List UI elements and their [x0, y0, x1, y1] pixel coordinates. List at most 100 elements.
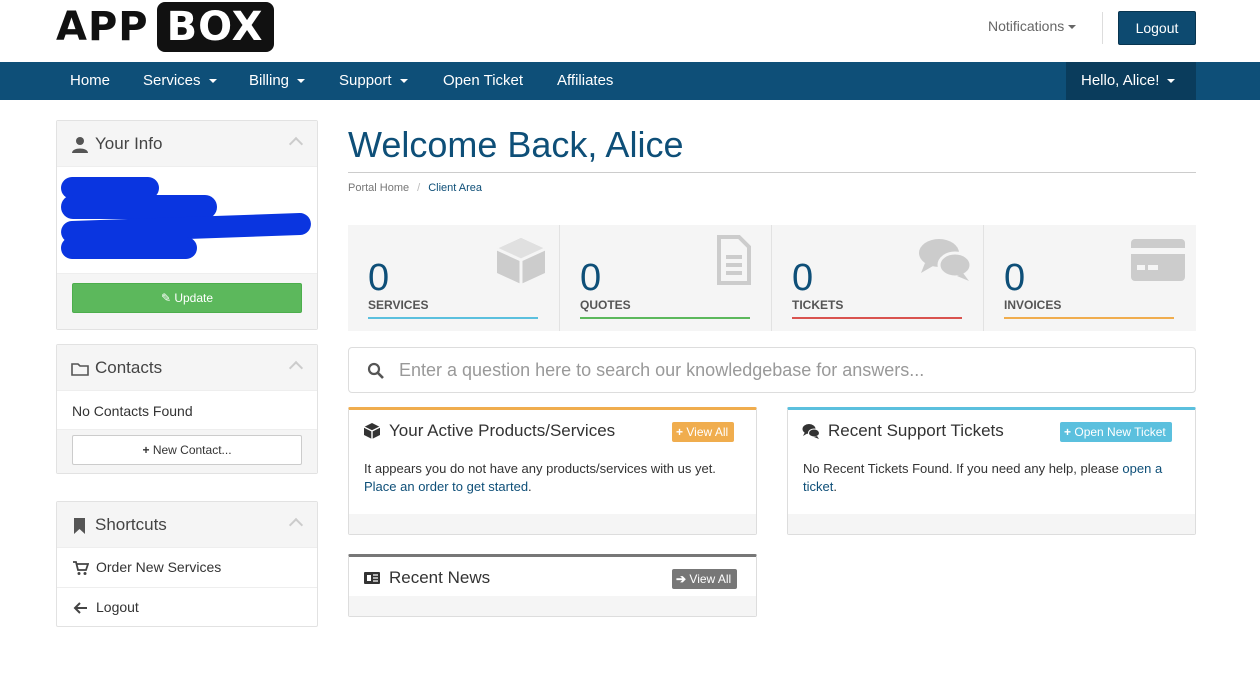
contacts-header[interactable]: Contacts [57, 345, 317, 391]
notifications-dropdown[interactable]: Notifications [988, 18, 1077, 34]
header-divider [1102, 12, 1103, 44]
your-info-header[interactable]: Your Info [57, 121, 317, 167]
logo-app-text: APP [56, 4, 149, 50]
card-header: Your Active Products/Services + View All [349, 410, 756, 452]
arrow-right-icon: ➔ [676, 572, 687, 586]
recent-news-card: Recent News ➔ View All [348, 554, 757, 617]
cube-icon [363, 423, 381, 439]
nav-support-label: Support [339, 72, 392, 89]
knowledgebase-search [348, 347, 1196, 393]
nav-open-ticket[interactable]: Open Ticket [443, 62, 523, 100]
arrow-left-icon [73, 602, 87, 614]
plus-icon: + [676, 425, 684, 439]
comments-icon [802, 424, 820, 439]
nav-services[interactable]: Services [143, 62, 217, 100]
plus-icon: + [142, 443, 150, 457]
stat-bar [368, 317, 538, 319]
title-divider [348, 172, 1196, 173]
products-empty-text: It appears you do not have any products/… [364, 461, 716, 476]
your-info-title: Your Info [95, 134, 163, 153]
stat-invoices[interactable]: 0 INVOICES [984, 225, 1196, 331]
redaction-scribble [61, 195, 217, 219]
breadcrumb: Portal Home / Client Area [348, 182, 482, 194]
open-new-ticket-button[interactable]: + Open New Ticket [1060, 422, 1172, 442]
tickets-empty-text: No Recent Tickets Found. If you need any… [803, 461, 1123, 476]
card-footer [349, 596, 756, 616]
recent-tickets-card: Recent Support Tickets + Open New Ticket… [787, 407, 1196, 535]
caret-down-icon [208, 79, 217, 84]
stat-quotes[interactable]: 0 QUOTES [560, 225, 772, 331]
place-order-link[interactable]: Place an order to get started [364, 479, 528, 494]
knowledgebase-search-input[interactable] [399, 356, 1179, 384]
card-body: It appears you do not have any products/… [349, 452, 756, 496]
shortcut-label: Order New Services [96, 559, 222, 575]
products-empty-suffix: . [528, 479, 532, 494]
chevron-up-icon[interactable] [288, 136, 304, 152]
stat-label: TICKETS [792, 298, 844, 312]
main-navbar: Home Services Billing Support Open Ticke… [0, 62, 1260, 100]
card-body: No Recent Tickets Found. If you need any… [788, 452, 1195, 496]
contacts-empty-text: No Contacts Found [72, 403, 193, 419]
redaction-scribble [61, 237, 197, 259]
stat-services[interactable]: 0 SERVICES [348, 225, 560, 331]
shortcuts-panel: Shortcuts Order New Services Logout [56, 501, 318, 627]
chevron-up-icon[interactable] [288, 517, 304, 533]
stats-tiles: 0 SERVICES 0 QUOTES 0 TICKETS 0 INVOICES [348, 225, 1196, 331]
cart-icon [73, 561, 89, 575]
view-all-label: View All [686, 425, 729, 439]
shortcut-logout[interactable]: Logout [57, 587, 317, 626]
caret-down-icon [297, 79, 306, 84]
nav-home-label: Home [70, 72, 111, 89]
shortcuts-title: Shortcuts [95, 515, 167, 534]
your-info-body [57, 167, 317, 273]
breadcrumb-home[interactable]: Portal Home [348, 182, 409, 194]
stat-value: 0 [792, 257, 814, 299]
document-icon [717, 235, 751, 285]
nav-home[interactable]: Home [70, 62, 110, 100]
your-info-panel: Your Info ✎ Update [56, 120, 318, 330]
stat-value: 0 [1004, 257, 1026, 299]
nav-billing-label: Billing [249, 72, 290, 89]
update-footer: ✎ Update [57, 273, 317, 329]
caret-down-icon [1167, 79, 1176, 84]
newspaper-icon [364, 572, 380, 584]
nav-open-ticket-label: Open Ticket [443, 72, 524, 89]
logo-box-text: BOX [156, 2, 274, 52]
new-contact-button[interactable]: + New Contact... [72, 435, 302, 465]
bookmark-icon [74, 518, 85, 534]
breadcrumb-current: Client Area [428, 182, 483, 194]
nav-billing[interactable]: Billing [249, 62, 306, 100]
view-all-products-button[interactable]: + View All [672, 422, 735, 442]
nav-affiliates[interactable]: Affiliates [557, 62, 613, 100]
card-footer [788, 514, 1195, 534]
stat-label: QUOTES [580, 298, 631, 312]
caret-down-icon [1068, 25, 1077, 30]
nav-services-label: Services [143, 72, 201, 89]
stat-label: INVOICES [1004, 298, 1062, 312]
stat-label: SERVICES [368, 298, 429, 312]
appbox-logo[interactable]: APP BOX [56, 2, 274, 52]
nav-support[interactable]: Support [339, 62, 408, 100]
pencil-icon: ✎ [160, 291, 171, 305]
page-title: Welcome Back, Alice [348, 124, 684, 165]
card-title: Recent Support Tickets [828, 421, 1004, 440]
stat-bar [792, 317, 962, 319]
update-button[interactable]: ✎ Update [72, 283, 302, 313]
top-header: APP BOX Notifications Logout [0, 0, 1260, 62]
stat-value: 0 [580, 257, 602, 299]
shortcuts-header[interactable]: Shortcuts [57, 502, 317, 548]
card-title: Recent News [389, 568, 491, 587]
user-greeting: Hello, Alice! [1081, 72, 1160, 89]
view-all-news-button[interactable]: ➔ View All [672, 569, 738, 589]
stat-tickets[interactable]: 0 TICKETS [772, 225, 984, 331]
view-all-label: View All [689, 572, 732, 586]
shortcut-order-new-services[interactable]: Order New Services [57, 548, 317, 587]
logout-button[interactable]: Logout [1118, 11, 1196, 45]
chevron-up-icon[interactable] [288, 360, 304, 376]
contacts-panel: Contacts No Contacts Found + New Contact… [56, 344, 318, 474]
card-title: Your Active Products/Services [389, 421, 616, 440]
user-menu[interactable]: Hello, Alice! [1066, 62, 1196, 100]
card-header: Recent News ➔ View All [349, 557, 756, 599]
breadcrumb-separator: / [417, 182, 421, 194]
stat-bar [580, 317, 750, 319]
